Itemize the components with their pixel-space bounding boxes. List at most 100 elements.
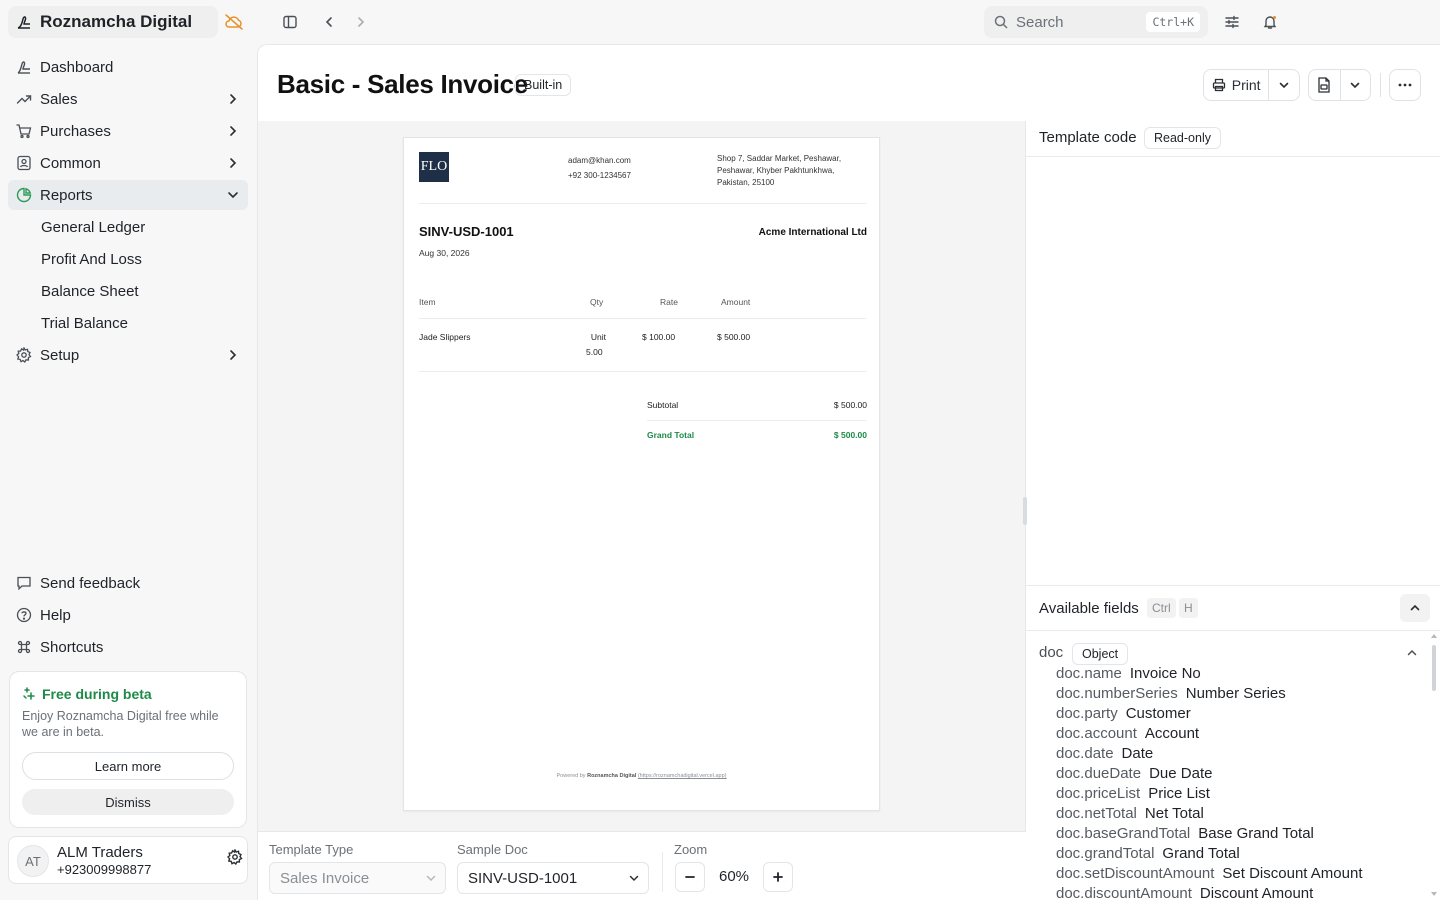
dashboard-icon: [17, 61, 30, 74]
print-button[interactable]: Print: [1204, 70, 1268, 100]
row-item: Jade Slippers: [419, 332, 471, 342]
file-pdf-icon: [1318, 77, 1330, 93]
cloud-off-icon[interactable]: [224, 13, 244, 31]
field-label: Customer: [1125, 704, 1191, 722]
sidebar-item-label: Purchases: [40, 122, 111, 140]
field-row[interactable]: doc.account Account: [1056, 723, 1426, 743]
zoom-in-button[interactable]: [763, 862, 793, 892]
divider: [419, 318, 866, 319]
sidebar-item-purchases[interactable]: Purchases: [8, 116, 248, 146]
field-row[interactable]: doc.date Date: [1056, 743, 1426, 763]
help-link[interactable]: Help: [8, 600, 248, 630]
print-button-group: Print: [1203, 69, 1300, 101]
collapse-fields-button[interactable]: [1400, 594, 1430, 622]
learn-more-button[interactable]: Learn more: [22, 752, 234, 780]
filters-button[interactable]: [1222, 12, 1242, 32]
row-qty: 5.00: [586, 347, 603, 357]
sidebar-item-setup[interactable]: Setup: [8, 340, 248, 370]
field-key: doc.account: [1056, 724, 1137, 742]
sidebar-subitem-balance-sheet[interactable]: Balance Sheet: [8, 276, 248, 306]
invoice-preview: FLO adam@khan.com +92 300-1234567 Shop 7…: [403, 137, 880, 811]
send-feedback-link[interactable]: Send feedback: [8, 568, 248, 598]
field-row[interactable]: doc.grandTotal Grand Total: [1056, 843, 1426, 863]
search-input[interactable]: Search Ctrl+K: [984, 6, 1208, 38]
avatar: AT: [17, 845, 49, 877]
export-options-button[interactable]: [1340, 70, 1370, 100]
field-label: Discount Amount: [1199, 884, 1314, 900]
field-row[interactable]: doc.netTotal Net Total: [1056, 803, 1426, 823]
sidebar-subitem-general-ledger[interactable]: General Ledger: [8, 212, 248, 242]
field-row[interactable]: doc.numberSeries Number Series: [1056, 683, 1426, 703]
field-row[interactable]: doc.discountAmount Discount Amount: [1056, 883, 1426, 900]
scrollbar[interactable]: [1432, 645, 1436, 691]
export-pdf-button[interactable]: [1309, 70, 1340, 100]
forward-button[interactable]: [351, 12, 371, 32]
company-contact: adam@khan.com +92 300-1234567: [568, 153, 631, 183]
chevron-down-icon: [1350, 82, 1360, 89]
sidebar-item-dashboard[interactable]: Dashboard: [8, 52, 248, 82]
dismiss-button[interactable]: Dismiss: [22, 789, 234, 815]
sidebar-subitem-trial-balance[interactable]: Trial Balance: [8, 308, 248, 338]
scroll-up-arrow-icon[interactable]: [1431, 633, 1437, 639]
row-rate: $ 100.00: [642, 332, 676, 342]
field-row[interactable]: doc.baseGrandTotal Base Grand Total: [1056, 823, 1426, 843]
company-logo: FLO: [419, 152, 449, 182]
preview-controls: Template Type Sales Invoice Sample Doc S…: [258, 831, 1026, 900]
divider: [1026, 585, 1440, 586]
sidebar-item-sales[interactable]: Sales: [8, 84, 248, 114]
zoom-out-button[interactable]: [675, 862, 705, 892]
sidebar-item-common[interactable]: Common: [8, 148, 248, 178]
read-only-badge: Read-only: [1144, 127, 1221, 149]
search-shortcut: Ctrl+K: [1146, 12, 1200, 32]
user-card[interactable]: AT ALM Traders +923009998877: [8, 836, 248, 884]
chevron-up-icon[interactable]: [1406, 647, 1418, 659]
field-label: Set Discount Amount: [1222, 864, 1363, 882]
export-button-group: [1308, 69, 1371, 101]
field-row[interactable]: doc.name Invoice No: [1056, 663, 1426, 683]
shortcuts-link[interactable]: Shortcuts: [8, 632, 248, 662]
beta-title: Free during beta: [22, 686, 152, 702]
company-address: Shop 7, Saddar Market, Peshawar, Peshawa…: [717, 154, 842, 187]
cart-icon: [16, 124, 32, 139]
chevron-left-icon: [325, 17, 332, 27]
field-row[interactable]: doc.dueDate Due Date: [1056, 763, 1426, 783]
field-row[interactable]: doc.setDiscountAmount Set Discount Amount: [1056, 863, 1426, 883]
send-feedback-label: Send feedback: [40, 574, 141, 592]
sample-doc-select[interactable]: SINV-USD-1001: [457, 862, 649, 894]
sidebar-nav: Dashboard Sales Purchases Common Reports…: [8, 52, 248, 372]
divider: [419, 203, 866, 204]
shortcut-key-ctrl: Ctrl: [1147, 598, 1176, 618]
scroll-down-arrow-icon[interactable]: [1431, 891, 1437, 897]
chevron-right-icon: [230, 126, 237, 136]
template-type-select: Sales Invoice: [269, 862, 446, 894]
sidebar-item-label: Reports: [40, 186, 93, 204]
help-icon: [16, 607, 32, 623]
app-switcher[interactable]: Roznamcha Digital: [8, 6, 218, 38]
grand-total-label: Grand Total: [647, 430, 695, 440]
powered-prefix: Powered by: [556, 773, 586, 779]
template-code-label: Template code: [1039, 129, 1137, 146]
template-code-editor[interactable]: [1026, 157, 1440, 585]
row-amount: $ 500.00: [717, 332, 751, 342]
more-actions-button[interactable]: [1389, 69, 1421, 101]
field-label: Invoice No: [1129, 664, 1201, 682]
toggle-sidebar-button[interactable]: [280, 12, 300, 32]
field-row[interactable]: doc.party Customer: [1056, 703, 1426, 723]
print-preview-area: FLO adam@khan.com +92 300-1234567 Shop 7…: [258, 121, 1026, 831]
powered-link[interactable]: (https://roznamchadigital.vercel.app): [638, 773, 727, 779]
back-button[interactable]: [319, 12, 339, 32]
doc-type-badge: Object: [1072, 643, 1129, 665]
invoice-date: Aug 30, 2026: [419, 248, 470, 258]
sidebar-item-label: Common: [40, 154, 101, 172]
settings-gear-icon[interactable]: [227, 849, 243, 865]
doc-field-key[interactable]: doc: [1039, 644, 1063, 661]
sidebar-item-reports[interactable]: Reports: [8, 180, 248, 210]
sidebar-subitem-profit-and-loss[interactable]: Profit And Loss: [8, 244, 248, 274]
powered-brand: Roznamcha Digital: [587, 773, 637, 779]
field-label: Net Total: [1144, 804, 1204, 822]
print-options-button[interactable]: [1269, 70, 1299, 100]
notifications-button[interactable]: [1260, 12, 1280, 32]
built-in-badge: Built-in: [515, 74, 572, 96]
column-header-rate: Rate: [660, 297, 678, 307]
field-row[interactable]: doc.priceList Price List: [1056, 783, 1426, 803]
